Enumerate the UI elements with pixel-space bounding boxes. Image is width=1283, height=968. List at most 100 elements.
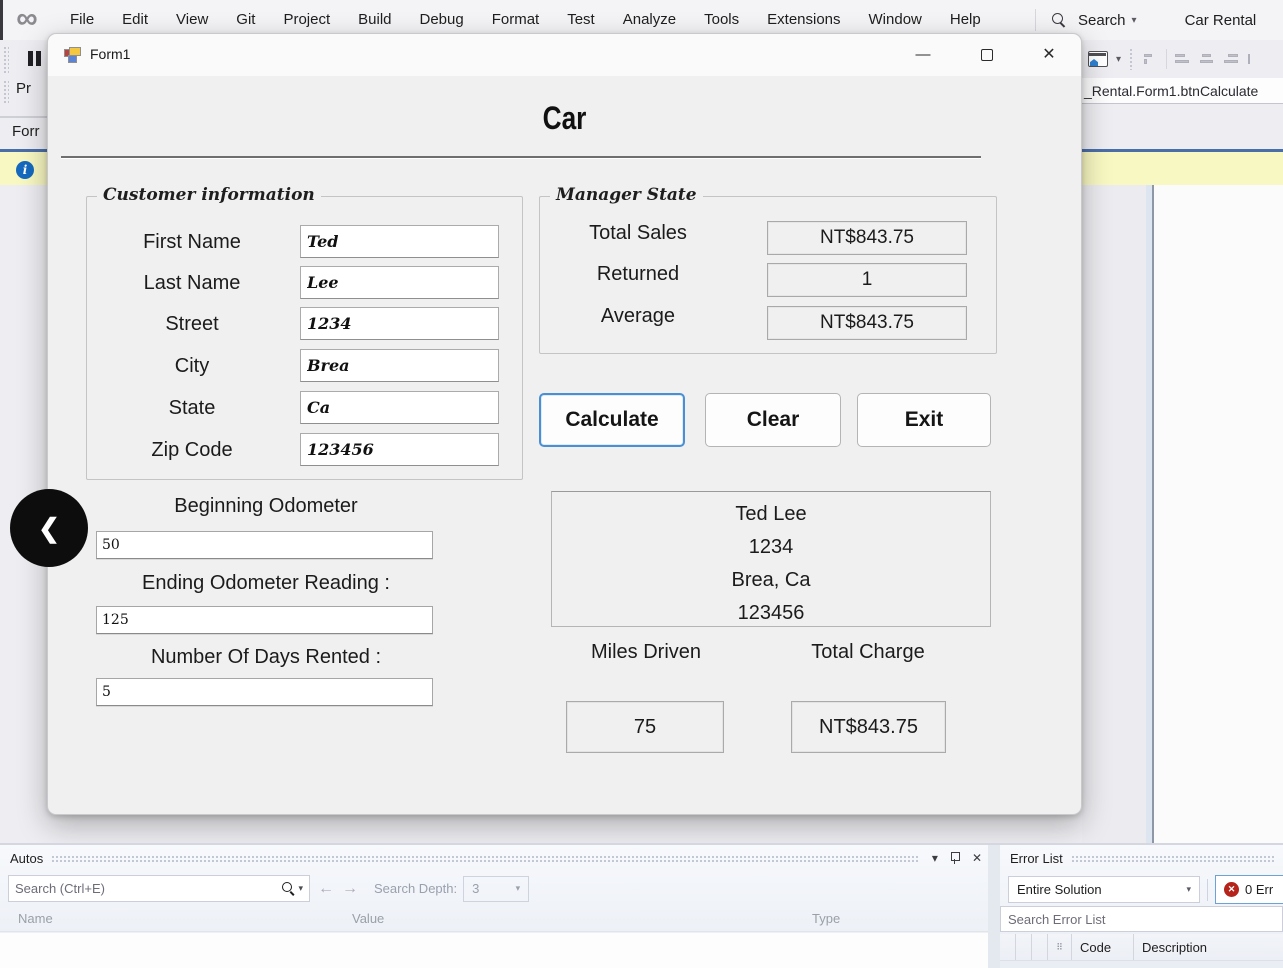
panel-splitter[interactable]	[988, 845, 1000, 968]
address-line: Ted Lee	[552, 498, 990, 531]
calculate-button[interactable]: Calculate	[539, 393, 685, 447]
last-name-label: Last Name	[87, 266, 297, 300]
column-header-name[interactable]: Name	[18, 911, 53, 926]
snap-to-grid-icon[interactable]	[1142, 53, 1158, 65]
error-search-input[interactable]	[1001, 907, 1282, 931]
panel-title-texture	[1071, 855, 1275, 864]
navigate-forward-icon[interactable]: →	[342, 880, 358, 898]
side-panel-background	[1154, 185, 1283, 843]
toolbar-drag-handle[interactable]	[3, 80, 9, 104]
bottom-panels: Autos ▾ ✕ ▾ ← → Search Depth: 3 ▾	[0, 843, 1283, 968]
window-position-icon[interactable]: ▾	[932, 851, 938, 865]
heading-divider	[61, 156, 981, 158]
customer-group-title: Customer information	[97, 185, 321, 205]
maximize-button[interactable]	[973, 42, 1001, 68]
navigate-home-icon[interactable]	[1088, 51, 1108, 67]
search-depth-label: Search Depth:	[374, 881, 457, 896]
returned-label: Returned	[558, 263, 718, 286]
autos-list-area[interactable]	[0, 933, 988, 968]
align-tops-icon[interactable]	[1247, 53, 1263, 65]
autos-panel-title: Autos	[10, 851, 43, 866]
header-cell[interactable]	[1000, 934, 1016, 960]
align-rights-icon[interactable]	[1223, 53, 1239, 65]
total-charge-value: NT$843.75	[791, 701, 946, 753]
error-list-panel: Error List Entire Solution ▾ ✕ 0 Err	[1000, 845, 1283, 968]
search-depth-combo[interactable]: 3 ▾	[463, 876, 529, 902]
autos-search-box[interactable]: ▾	[8, 875, 310, 902]
error-icon: ✕	[1224, 882, 1239, 897]
address-line: Brea, Ca	[552, 564, 990, 597]
toolbar-drag-handle[interactable]	[1129, 48, 1134, 70]
error-list-title: Error List	[1010, 851, 1063, 866]
designer-info-bar	[1082, 149, 1283, 185]
ending-odometer-input[interactable]	[96, 606, 433, 634]
street-input[interactable]	[300, 307, 499, 340]
error-scope-value: Entire Solution	[1017, 882, 1102, 897]
manager-state-group: Manager State Total Sales NT$843.75 Retu…	[539, 196, 997, 354]
chevron-down-icon: ▾	[1186, 884, 1191, 895]
autos-search-input[interactable]	[9, 881, 282, 896]
columns-icon[interactable]: ⠿	[1048, 934, 1072, 960]
info-icon: i	[16, 161, 34, 179]
pin-icon[interactable]	[950, 852, 960, 864]
toolbar-drag-handle[interactable]	[3, 46, 9, 74]
autos-column-headers: Name Value Type	[0, 908, 988, 932]
form1-window: Form1 — ✕ Car Customer information First…	[47, 33, 1082, 815]
minimize-button[interactable]: —	[909, 42, 937, 68]
zip-code-input[interactable]	[300, 433, 499, 466]
street-label: Street	[87, 307, 297, 341]
menu-separator	[1035, 9, 1036, 31]
column-header-description[interactable]: Description	[1134, 934, 1283, 960]
form1-titlebar[interactable]: Form1 — ✕	[48, 34, 1081, 76]
break-all-icon[interactable]	[28, 51, 44, 66]
state-input[interactable]	[300, 391, 499, 424]
last-name-input[interactable]	[300, 266, 499, 299]
column-header-code[interactable]: Code	[1072, 934, 1134, 960]
align-lefts-icon[interactable]	[1175, 53, 1191, 65]
search-depth-value: 3	[472, 881, 479, 896]
process-label: Pr	[16, 80, 31, 97]
close-icon[interactable]: ✕	[972, 851, 982, 865]
align-centers-icon[interactable]	[1199, 53, 1215, 65]
ending-odometer-label: Ending Odometer Reading :	[96, 572, 436, 595]
column-header-type[interactable]: Type	[812, 911, 840, 926]
total-charge-label: Total Charge	[788, 641, 948, 664]
first-name-label: First Name	[87, 225, 297, 259]
errors-filter-button[interactable]: ✕ 0 Err	[1215, 875, 1283, 904]
navigate-back-icon[interactable]: ←	[318, 880, 334, 898]
member-dropdown[interactable]: _Rental.Form1.btnCalculate	[1082, 78, 1283, 104]
chevron-down-icon[interactable]: ▾	[298, 883, 303, 894]
back-overlay-button[interactable]: ❮	[10, 489, 88, 567]
clear-button[interactable]: Clear	[705, 393, 841, 447]
column-header-value[interactable]: Value	[352, 911, 384, 926]
first-name-input[interactable]	[300, 225, 499, 258]
days-rented-input[interactable]	[96, 678, 433, 706]
vs-search-button[interactable]: Search	[1078, 12, 1126, 29]
city-input[interactable]	[300, 349, 499, 382]
chevron-down-icon[interactable]: ▾	[1132, 15, 1137, 26]
city-label: City	[87, 349, 297, 383]
error-list-headers: ⠿ Code Description	[1000, 934, 1283, 961]
panel-title-texture	[51, 855, 918, 864]
document-tab[interactable]: Forr	[12, 123, 40, 140]
close-button[interactable]: ✕	[1035, 42, 1063, 68]
miles-driven-label: Miles Driven	[566, 641, 726, 664]
manager-group-title: Manager State	[550, 185, 703, 205]
search-icon[interactable]	[1052, 13, 1066, 27]
window-edge	[0, 0, 3, 40]
search-icon[interactable]	[282, 882, 295, 895]
address-output-box: Ted Lee 1234 Brea, Ca 123456	[551, 491, 991, 627]
error-scope-combo[interactable]: Entire Solution ▾	[1008, 876, 1200, 903]
average-label: Average	[558, 305, 718, 328]
tab-strip-line	[0, 116, 47, 118]
designer-info-bar: i	[0, 149, 47, 185]
chevron-down-icon[interactable]: ▾	[1116, 54, 1121, 65]
address-line: 1234	[552, 531, 990, 564]
error-search-box[interactable]	[1000, 906, 1283, 932]
exit-button[interactable]: Exit	[857, 393, 991, 447]
header-cell[interactable]	[1016, 934, 1032, 960]
header-cell[interactable]	[1032, 934, 1048, 960]
returned-value: 1	[767, 263, 967, 297]
chevron-left-icon: ❮	[38, 513, 60, 543]
beginning-odometer-input[interactable]	[96, 531, 433, 559]
